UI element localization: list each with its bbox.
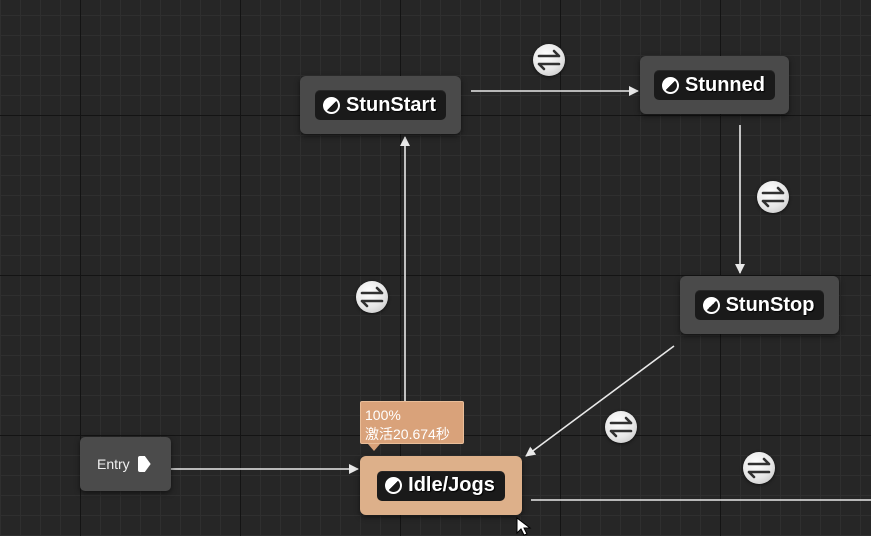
wire-stunstop-to-idle [525,345,675,457]
state-node-stunned[interactable]: Stunned [640,56,789,114]
state-label: Stunned [685,73,765,96]
state-node-body: Stunned [654,70,775,100]
state-node-body: Idle/Jogs [377,470,505,501]
state-node-body: StunStart [315,90,446,120]
blend-weight: 100% [365,407,401,423]
tooltip-pointer [368,444,380,451]
state-icon [323,96,340,114]
transition-rule-icon[interactable] [605,411,637,443]
state-icon [702,296,720,314]
entry-label: Entry [97,456,130,472]
entry-node[interactable]: Entry [80,437,171,491]
transition-rule-icon[interactable] [743,452,775,484]
active-state-debug-tooltip: 100% 激活20.674秒 [360,401,464,444]
state-node-stunstart[interactable]: StunStart [300,76,461,134]
state-label: StunStart [346,93,436,116]
transition-rule-icon[interactable] [533,44,565,76]
state-label: Idle/Jogs [408,474,495,496]
state-label: StunStop [725,293,815,316]
transition-rule-icon[interactable] [356,281,388,313]
active-time: 激活20.674秒 [365,426,450,442]
mouse-cursor-icon [516,517,532,536]
state-icon [662,76,679,94]
state-node-body: StunStop [694,290,825,320]
state-node-stunstop[interactable]: StunStop [680,276,839,334]
transition-rule-icon[interactable] [757,181,789,213]
state-icon [385,477,403,494]
entry-output-pin-icon[interactable] [137,456,151,472]
state-node-idle-jogs[interactable]: Idle/Jogs [360,456,522,515]
